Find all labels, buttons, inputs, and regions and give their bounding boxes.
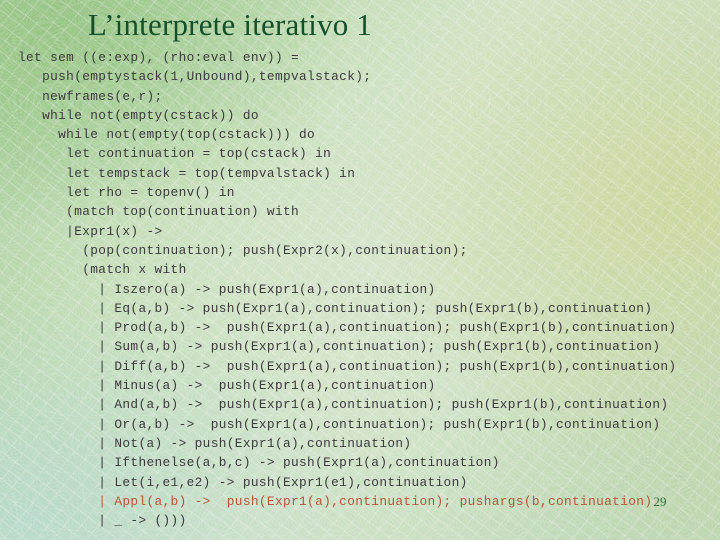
code-block: let sem ((e:exp), (rho:eval env)) = push… bbox=[18, 48, 718, 530]
code-line: let sem ((e:exp), (rho:eval env)) = bbox=[18, 50, 300, 65]
code-line: | _ -> ())) bbox=[18, 513, 187, 529]
code-line: | Iszero(a) -> push(Expr1(a),continuatio… bbox=[18, 281, 436, 297]
code-line: | Not(a) -> push(Expr1(a),continuation) bbox=[18, 435, 412, 451]
code-line: | And(a,b) -> push(Expr1(a),continuation… bbox=[18, 397, 669, 413]
code-line: | Ifthenelse(a,b,c) -> push(Expr1(a),con… bbox=[18, 455, 500, 471]
code-line: (match x with bbox=[18, 262, 187, 278]
page-number: 29 bbox=[653, 494, 667, 509]
code-line: | Minus(a) -> push(Expr1(a),continuation… bbox=[18, 378, 436, 394]
slide-content: L’interprete iterativo 1 let sem ((e:exp… bbox=[0, 0, 720, 540]
code-line: let continuation = top(cstack) in bbox=[18, 146, 332, 162]
code-line: let tempstack = top(tempvalstack) in bbox=[18, 165, 356, 181]
presentation-slide: L’interprete iterativo 1 let sem ((e:exp… bbox=[0, 0, 720, 540]
code-line: | Appl(a,b) -> push(Expr1(a),continuatio… bbox=[18, 493, 653, 509]
code-line: | Eq(a,b) -> push(Expr1(a),continuation)… bbox=[18, 300, 653, 316]
code-line: | Diff(a,b) -> push(Expr1(a),continuatio… bbox=[18, 358, 677, 374]
code-line: | Or(a,b) -> push(Expr1(a),continuation)… bbox=[18, 416, 661, 432]
code-line: newframes(e,r); bbox=[18, 88, 163, 104]
code-line: | Prod(a,b) -> push(Expr1(a),continuatio… bbox=[18, 320, 677, 336]
code-line: | Let(i,e1,e2) -> push(Expr1(e1),continu… bbox=[18, 474, 468, 490]
slide-title: L’interprete iterativo 1 bbox=[87, 7, 373, 42]
code-line: (pop(continuation); push(Expr2(x),contin… bbox=[18, 242, 468, 258]
code-line: (match top(continuation) with bbox=[18, 204, 300, 220]
code-line: | Sum(a,b) -> push(Expr1(a),continuation… bbox=[18, 339, 661, 355]
code-line: while not(empty(top(cstack))) do bbox=[18, 127, 316, 143]
code-line: while not(empty(cstack)) do bbox=[18, 107, 259, 123]
code-line: push(emptystack(1,Unbound),tempvalstack)… bbox=[18, 69, 372, 85]
code-line: |Expr1(x) -> bbox=[18, 223, 163, 239]
code-line: let rho = topenv() in bbox=[18, 185, 235, 201]
